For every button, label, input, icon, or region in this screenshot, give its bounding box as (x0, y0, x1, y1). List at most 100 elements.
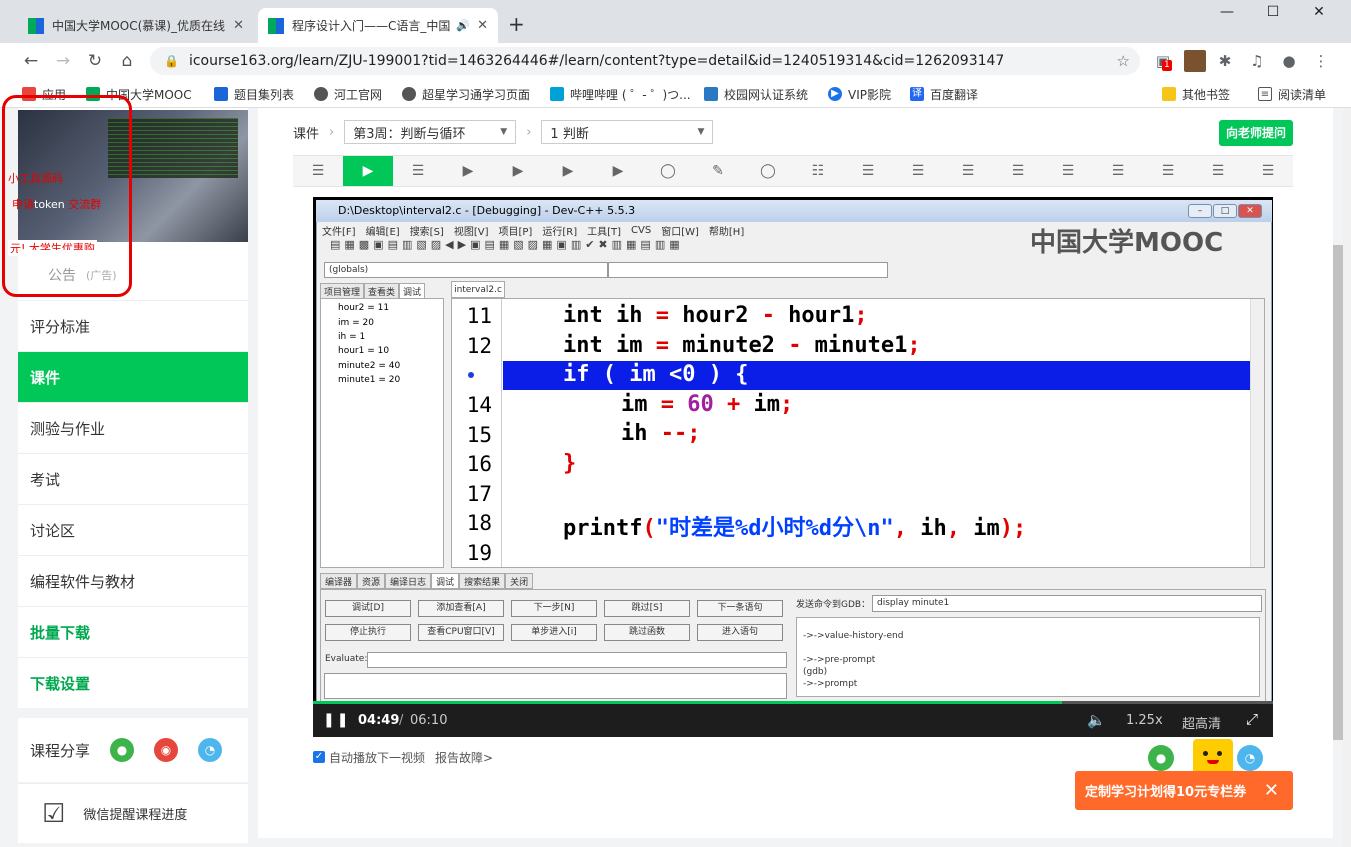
minimize-window-icon[interactable]: — (1212, 4, 1242, 28)
unit-button[interactable]: ☰ (1093, 156, 1143, 186)
unit-button[interactable]: ▶ (343, 156, 393, 186)
weibo-icon[interactable]: ◉ (154, 738, 179, 762)
devcpp-toolbar-icons: ▤▦▩▣▤▥▧▨◀▶▣▤▦▧▨▦▣▥✔✖▥▦▤▥▦ (330, 238, 684, 251)
unit-button[interactable]: ▶ (593, 156, 643, 186)
evaluate-field (367, 652, 787, 668)
playback-speed[interactable]: 1.25x (1126, 713, 1163, 728)
sidebar-item-batch-download[interactable]: 批量下载 (18, 606, 248, 657)
reading-list[interactable]: ≡ 阅读清单 (1258, 85, 1326, 103)
sidebar-item-software[interactable]: 编程软件与教材 (18, 555, 248, 606)
dev-menu-item: 帮助[H] (708, 226, 745, 238)
unit-button[interactable]: ▶ (443, 156, 493, 186)
unit-button[interactable]: ☰ (993, 156, 1043, 186)
qq-float-icon[interactable]: ◔ (1237, 745, 1263, 771)
bookmark-star-icon[interactable]: ☆ (1117, 52, 1130, 70)
new-tab-button[interactable]: + (508, 12, 525, 36)
unit-button[interactable]: ☷ (793, 156, 843, 186)
unit-button[interactable]: ☰ (293, 156, 343, 186)
quality-select[interactable]: 超高清 (1182, 713, 1221, 732)
week-select[interactable]: 第3周：判断与循环 ▼ (344, 120, 517, 144)
url-text: icourse163.org/learn/ZJU-199001?tid=1463… (188, 53, 1005, 69)
dev-close-icon: ✕ (1238, 204, 1262, 218)
qq-icon[interactable]: ◔ (198, 738, 223, 762)
bookmark-bilibili[interactable]: 哔哩哔哩 ( ゜- ゜)つ... (550, 85, 691, 103)
unit-button[interactable]: ☰ (843, 156, 893, 186)
unit-button[interactable]: ☰ (1243, 156, 1293, 186)
sidebar-item-courseware[interactable]: 课件 (18, 351, 248, 402)
bookmark-chaoxing[interactable]: 超星学习通学习页面 (402, 85, 530, 103)
autoplay-checkbox[interactable]: ✓ (313, 751, 325, 763)
dev-enter-statement-button: 进入语句 (697, 624, 783, 641)
unit-button[interactable]: ☰ (943, 156, 993, 186)
volume-icon[interactable]: 🔈 (1087, 711, 1106, 729)
unit-button[interactable]: ☰ (393, 156, 443, 186)
sidebar-item-download-settings[interactable]: 下载设置 (18, 657, 248, 708)
mooc-favicon-icon (28, 17, 44, 34)
sidebar-item-quiz[interactable]: 测验与作业 (18, 402, 248, 453)
bookmark-problem-sets[interactable]: 题目集列表 (214, 85, 294, 103)
extension-icon[interactable]: ▣1 (1152, 50, 1174, 72)
reload-icon[interactable]: ↻ (82, 49, 108, 73)
lesson-select[interactable]: 1 判断 ▼ (541, 120, 714, 144)
media-control-icon[interactable]: ♫ (1246, 50, 1268, 72)
back-icon[interactable]: ← (18, 49, 44, 73)
menu-icon[interactable]: ⋮ (1310, 50, 1332, 72)
unit-button[interactable]: ▶ (493, 156, 543, 186)
dev-step-into-button: 单步进入[i] (511, 624, 597, 641)
browser-tab-mooc-home[interactable]: 中国大学MOOC(慕课)_优质在线 ✕ (18, 8, 254, 43)
wechat-reminder[interactable]: ☑ 微信提醒课程进度 (18, 783, 248, 843)
left-panel-tabs: 项目管理 查看类 调试 (320, 283, 444, 299)
unit-button[interactable]: ☰ (1143, 156, 1193, 186)
unit-button[interactable]: ◯ (643, 156, 693, 186)
mascot-icon[interactable] (1193, 739, 1233, 775)
report-link[interactable]: 报告故障> (435, 749, 493, 766)
bookmark-vip-cinema[interactable]: ▶ VIP影院 (828, 85, 891, 103)
current-time: 04:49 (358, 713, 400, 728)
unit-button[interactable]: ▶ (543, 156, 593, 186)
sidebar-item-grading[interactable]: 评分标准 (18, 300, 248, 351)
dev-menu-item: 窗口[W] (661, 226, 699, 238)
page-scrollbar-track[interactable] (1343, 108, 1351, 847)
home-icon[interactable]: ⌂ (114, 49, 140, 73)
code-line: im = 60 + im; (621, 392, 794, 417)
watch-item: im = 20 (338, 318, 374, 328)
forward-icon[interactable]: → (50, 49, 76, 73)
breakpoint-marker-icon (468, 372, 474, 378)
close-tab-icon[interactable]: ✕ (233, 18, 244, 33)
close-icon[interactable]: ✕ (1264, 780, 1279, 801)
ask-teacher-button[interactable]: 向老师提问 (1219, 120, 1293, 146)
account-icon[interactable]: ● (1278, 50, 1300, 72)
fullscreen-icon[interactable]: ⤢ (1246, 710, 1258, 728)
unit-button[interactable]: ☰ (893, 156, 943, 186)
profile-extension-icon[interactable] (1184, 50, 1206, 72)
wechat-float-icon[interactable]: ● (1148, 745, 1174, 771)
wechat-icon[interactable]: ● (110, 738, 135, 762)
code-line-highlighted: if ( im <0 ) { (563, 362, 749, 387)
bookmark-other-folder[interactable]: 其他书签 (1162, 85, 1230, 103)
evaluate-label: Evaluate: (325, 654, 368, 664)
chevron-right-icon: › (526, 124, 532, 140)
close-window-icon[interactable]: ✕ (1304, 4, 1334, 28)
puzzle-icon[interactable]: ✱ (1214, 50, 1236, 72)
unit-button[interactable]: ✎ (693, 156, 743, 186)
maximize-window-icon[interactable]: ☐ (1258, 4, 1288, 28)
unit-button[interactable]: ◯ (743, 156, 793, 186)
pause-icon[interactable]: ❚❚ (323, 712, 350, 728)
browser-tab-c-course[interactable]: 程序设计入门——C语言_中国 🔊 ✕ (258, 8, 498, 43)
unit-button[interactable]: ☰ (1043, 156, 1093, 186)
close-tab-icon[interactable]: ✕ (477, 18, 488, 33)
bookmark-baidu-translate[interactable]: 译百度翻译 (910, 85, 978, 103)
dev-minimize-icon: – (1188, 204, 1212, 218)
bookmark-campus-net[interactable]: 校园网认证系统 (704, 85, 808, 103)
line-number: 18 (466, 511, 492, 535)
unit-button[interactable]: ☰ (1193, 156, 1243, 186)
sidebar-item-exam[interactable]: 考试 (18, 453, 248, 504)
address-bar[interactable]: 🔒 icourse163.org/learn/ZJU-199001?tid=14… (150, 47, 1140, 75)
bookmark-hegong[interactable]: 河工官网 (314, 85, 382, 103)
sidebar-item-forum[interactable]: 讨论区 (18, 504, 248, 555)
line-number: 14 (466, 393, 492, 417)
page-scrollbar-thumb[interactable] (1333, 245, 1343, 740)
coupon-banner[interactable]: 定制学习计划得10元专栏券 ✕ (1075, 771, 1293, 810)
dev-stop-button: 停止执行 (325, 624, 411, 641)
red-annotation-box (2, 95, 132, 297)
